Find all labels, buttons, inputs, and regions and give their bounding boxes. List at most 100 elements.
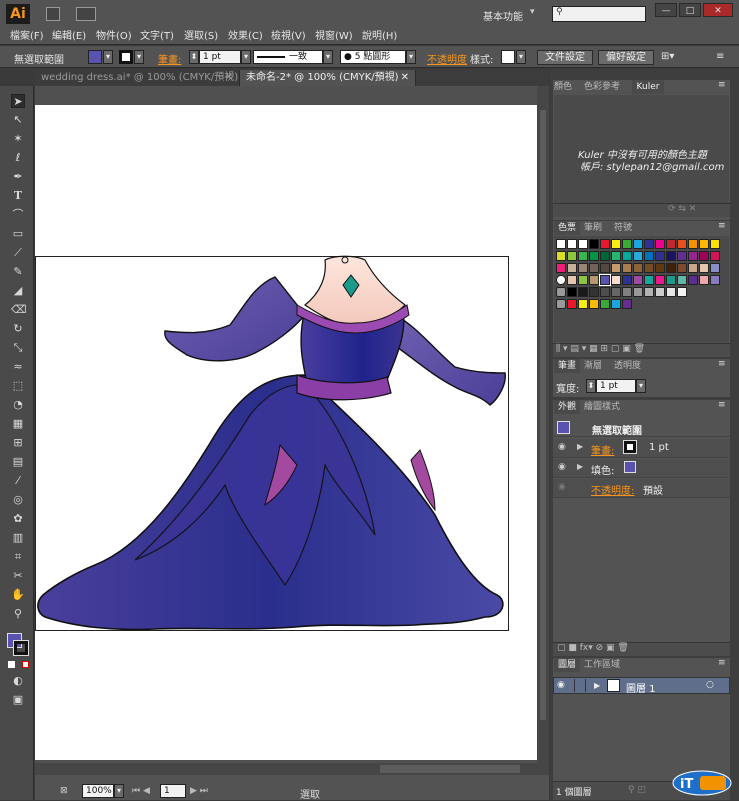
screen-mode-icon[interactable]: ▣ bbox=[11, 693, 25, 707]
search-input[interactable] bbox=[552, 6, 646, 22]
swatch[interactable] bbox=[710, 263, 720, 273]
swatch[interactable] bbox=[677, 263, 687, 273]
minimize-button[interactable]: — bbox=[655, 3, 677, 17]
swatch[interactable] bbox=[666, 251, 676, 261]
tab-brushes[interactable]: 筆刷 bbox=[584, 221, 610, 235]
swatch[interactable] bbox=[644, 287, 654, 297]
swatch[interactable] bbox=[677, 275, 687, 285]
swatch[interactable] bbox=[578, 299, 588, 309]
eye-icon[interactable]: ◉ bbox=[558, 462, 566, 472]
swatch[interactable] bbox=[655, 251, 665, 261]
swatch[interactable] bbox=[611, 251, 621, 261]
swatch[interactable] bbox=[644, 275, 654, 285]
tab-layers[interactable]: 圖層 bbox=[554, 658, 580, 672]
line-style-field[interactable]: 一致 bbox=[253, 50, 323, 64]
swatch-grid[interactable] bbox=[554, 236, 729, 342]
swatch[interactable] bbox=[644, 251, 654, 261]
selection-tool-icon[interactable]: ➤ bbox=[11, 94, 25, 108]
color-mode-icon[interactable] bbox=[8, 661, 15, 668]
swatch[interactable] bbox=[622, 275, 632, 285]
next-page-icon[interactable]: ▶ ⏭ bbox=[190, 786, 208, 796]
folder-icon[interactable] bbox=[556, 299, 566, 309]
page-field[interactable]: 1 bbox=[160, 784, 186, 798]
pen-tool-icon[interactable]: ✒ bbox=[11, 170, 25, 184]
eye-icon[interactable]: ◉ bbox=[558, 442, 566, 452]
artboard-tool-icon[interactable]: ⌗ bbox=[11, 550, 25, 564]
fill-swatch[interactable] bbox=[88, 50, 102, 64]
rectangle-tool-icon[interactable]: ▭ bbox=[11, 227, 25, 241]
swatch[interactable] bbox=[644, 239, 654, 249]
tab-color[interactable]: 顏色 bbox=[554, 80, 582, 94]
close-icon[interactable]: ✕ bbox=[225, 70, 233, 86]
swatch[interactable] bbox=[567, 251, 577, 261]
chevron-down-icon[interactable]: ▾ bbox=[134, 50, 144, 64]
swatch[interactable] bbox=[578, 263, 588, 273]
swatch[interactable] bbox=[600, 239, 610, 249]
fill-swatch[interactable] bbox=[624, 461, 636, 473]
direct-selection-tool-icon[interactable]: ↖ bbox=[11, 113, 25, 127]
swatch[interactable] bbox=[699, 251, 709, 261]
brush-field[interactable]: ● 5 點圓形 bbox=[340, 50, 406, 64]
hand-tool-icon[interactable]: ✋ bbox=[11, 588, 25, 602]
swatch-library-icon[interactable]: ⫼ ▾ ▤ ▾ ▦ ⊞ ▢ ▣ 🗑 bbox=[556, 344, 645, 354]
panel-menu-icon[interactable]: ≡ bbox=[718, 658, 726, 668]
swatch[interactable] bbox=[578, 239, 588, 249]
hscroll-thumb[interactable] bbox=[380, 765, 520, 773]
swatch[interactable] bbox=[710, 239, 720, 249]
maximize-button[interactable]: □ bbox=[679, 3, 701, 17]
swatch[interactable] bbox=[644, 263, 654, 273]
magic-wand-tool-icon[interactable]: ✶ bbox=[11, 132, 25, 146]
chevron-down-icon[interactable]: ▾ bbox=[103, 50, 113, 64]
swatch[interactable] bbox=[688, 275, 698, 285]
slice-tool-icon[interactable]: ✂ bbox=[11, 569, 25, 583]
opacity-label[interactable]: 不透明度 bbox=[427, 51, 467, 66]
swatch[interactable] bbox=[666, 239, 676, 249]
locate-object-icon[interactable]: ⚲ ◰ bbox=[628, 785, 646, 795]
swatch[interactable] bbox=[677, 287, 687, 297]
menu-file[interactable]: 檔案(F) bbox=[10, 27, 44, 42]
target-icon[interactable]: ○ bbox=[706, 680, 714, 690]
swatch[interactable] bbox=[633, 263, 643, 273]
menu-help[interactable]: 說明(H) bbox=[362, 27, 397, 42]
appearance-opacity-label[interactable]: 不透明度: bbox=[591, 482, 634, 497]
swatch[interactable] bbox=[567, 263, 577, 273]
tab-color-guide[interactable]: 色彩參考 bbox=[584, 80, 630, 94]
close-icon[interactable]: ✕ bbox=[401, 70, 409, 86]
swatch-none[interactable] bbox=[556, 239, 566, 249]
chevron-right-icon[interactable]: ▶ bbox=[594, 681, 600, 690]
eyedropper-tool-icon[interactable]: ⁄ bbox=[11, 474, 25, 488]
chevron-down-icon[interactable]: ▾ bbox=[516, 50, 526, 64]
add-new-stroke-icon[interactable]: ▢ ■ fx▾ ⊘ ▣ 🗑 bbox=[557, 643, 629, 653]
layer-name[interactable]: 圖層 1 bbox=[626, 680, 656, 695]
tab-untitled-2[interactable]: 未命名-2* @ 100% (CMYK/預視) ✕ bbox=[240, 70, 416, 86]
menu-object[interactable]: 物件(O) bbox=[96, 27, 132, 42]
swatch[interactable] bbox=[688, 263, 698, 273]
swatch[interactable] bbox=[600, 251, 610, 261]
tab-swatches[interactable]: 色票 bbox=[554, 221, 580, 235]
panel-menu-icon[interactable]: ≡ bbox=[718, 80, 726, 90]
swatch[interactable] bbox=[655, 275, 665, 285]
panel-menu-icon[interactable]: ≡ bbox=[718, 400, 726, 410]
swatch[interactable] bbox=[589, 275, 599, 285]
menu-edit[interactable]: 編輯(E) bbox=[52, 27, 86, 42]
swatch[interactable] bbox=[600, 299, 610, 309]
swatch[interactable] bbox=[688, 251, 698, 261]
stroke-swatch[interactable] bbox=[623, 440, 637, 454]
stroke-label[interactable]: 筆畫: bbox=[158, 51, 181, 66]
swatch[interactable] bbox=[567, 299, 577, 309]
swatch[interactable] bbox=[677, 239, 687, 249]
swatch[interactable] bbox=[611, 299, 621, 309]
none-mode-icon[interactable] bbox=[22, 661, 29, 668]
swatch[interactable] bbox=[556, 251, 566, 261]
free-transform-tool-icon[interactable]: ⬚ bbox=[11, 379, 25, 393]
lasso-tool-icon[interactable]: ℓ bbox=[11, 151, 25, 165]
lock-toggle[interactable] bbox=[574, 679, 586, 692]
swatch[interactable] bbox=[556, 263, 566, 273]
zoom-tool-icon[interactable]: ⚲ bbox=[11, 607, 25, 621]
menu-type[interactable]: 文字(T) bbox=[140, 27, 174, 42]
menu-effect[interactable]: 效果(C) bbox=[228, 27, 263, 42]
first-page-icon[interactable]: ⏮ ◀ bbox=[132, 786, 150, 796]
blob-brush-tool-icon[interactable]: ◢ bbox=[11, 284, 25, 298]
tab-gradient[interactable]: 漸層 bbox=[584, 359, 610, 373]
swatch[interactable] bbox=[633, 275, 643, 285]
